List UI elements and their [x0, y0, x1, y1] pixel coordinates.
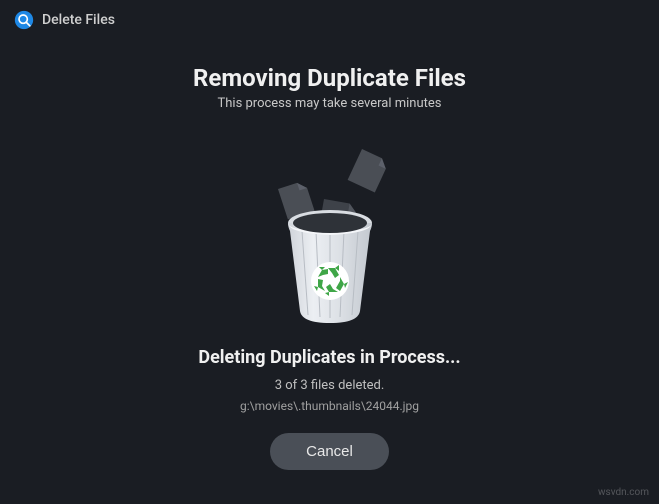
watermark: wsvdn.com [598, 487, 649, 498]
recycle-bin-illustration [230, 131, 430, 331]
status-title: Deleting Duplicates in Process... [198, 347, 460, 368]
page-title: Removing Duplicate Files [193, 64, 466, 92]
window-header: Delete Files [0, 0, 659, 40]
status-current-file: g:\movies\.thumbnails\24044.jpg [240, 399, 419, 413]
app-icon [14, 10, 34, 30]
cancel-button[interactable]: Cancel [270, 433, 389, 470]
status-count: 3 of 3 files deleted. [275, 378, 385, 393]
main-content: Removing Duplicate Files This process ma… [0, 40, 659, 470]
window-title: Delete Files [42, 12, 115, 28]
page-subtitle: This process may take several minutes [217, 96, 441, 111]
